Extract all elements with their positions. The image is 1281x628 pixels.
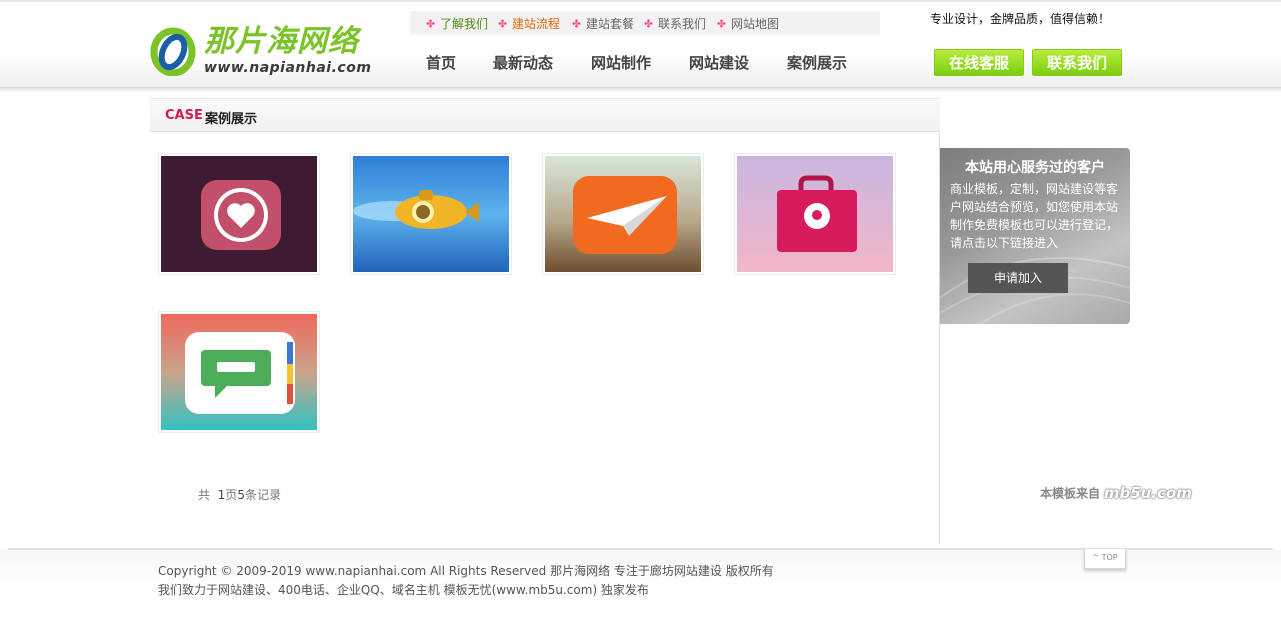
footer-services-text: 我们致力于网站建设、400电话、企业QQ、域名主机 模板无忧(www.mb5u.… [158, 583, 649, 597]
section-title-cn: 案例展示 [205, 112, 258, 127]
template-source-prefix: 本模板来自 [1040, 486, 1101, 501]
clients-panel: 本站用心服务过的客户 商业模板，定制，网站建设等客户网站结合预览，如您使用本站制… [940, 148, 1130, 324]
case-thumbnail[interactable] [158, 153, 320, 275]
chat-bubble-icon [161, 314, 317, 430]
section-header: CASE 案例展示 [150, 98, 940, 132]
case-thumbnail[interactable] [734, 153, 896, 275]
top-link-process[interactable]: 建站流程 [498, 15, 560, 32]
record-count: 5 [237, 488, 245, 502]
nav-web-building[interactable]: 网站建设 [689, 52, 749, 73]
case-thumbnail[interactable] [542, 153, 704, 275]
nav-news[interactable]: 最新动态 [493, 52, 553, 73]
top-link-sitemap[interactable]: 网站地图 [717, 15, 779, 32]
apply-join-button[interactable]: 申请加入 [968, 263, 1068, 293]
bullet-icon [572, 19, 581, 28]
template-source-logo: mb5u.com [1103, 484, 1192, 502]
main-content: CASE 案例展示 共 1页5条记录 [150, 98, 940, 544]
bullet-icon [426, 19, 435, 28]
panel-title: 本站用心服务过的客户 [965, 160, 1105, 176]
nav-cases[interactable]: 案例展示 [787, 52, 847, 73]
section-title-en: CASE [165, 108, 203, 123]
case-thumbnail[interactable] [158, 311, 320, 433]
shopping-bag-pin-icon [737, 156, 893, 272]
paper-plane-icon [545, 156, 701, 272]
nav-web-design[interactable]: 网站制作 [591, 52, 651, 73]
slogan: 专业设计，金牌品质，值得信赖！ [930, 12, 1111, 26]
header-shadow [0, 88, 1281, 93]
contact-us-button[interactable]: 联系我们 [1032, 49, 1122, 76]
nav-home[interactable]: 首页 [426, 52, 456, 73]
top-link-about[interactable]: 了解我们 [426, 15, 488, 32]
online-service-button[interactable]: 在线客服 [934, 49, 1024, 76]
top-link-contact[interactable]: 联系我们 [644, 15, 706, 32]
site-logo[interactable]: 那片海网络 www.napianhai.com [150, 24, 375, 80]
top-link-packages[interactable]: 建站套餐 [572, 15, 634, 32]
bullet-icon [717, 19, 726, 28]
top-links-bar: 了解我们 建站流程 建站套餐 联系我们 网站地图 [410, 11, 880, 35]
logo-name: 那片海网络 [204, 24, 359, 59]
pagination-info: 共 1页5条记录 [198, 488, 281, 502]
bullet-icon [498, 19, 507, 28]
back-to-top-button[interactable]: ^ TOP [1084, 549, 1126, 569]
heart-badge-icon [161, 156, 317, 272]
bullet-icon [644, 19, 653, 28]
panel-description: 商业模板，定制，网站建设等客户网站结合预览，如您使用本站制作免费模板也可以进行登… [950, 182, 1119, 250]
logo-url: www.napianhai.com [204, 60, 372, 76]
copyright-text: Copyright © 2009-2019 www.napianhai.com … [158, 564, 774, 578]
template-source-link[interactable]: 本模板来自 mb5u.com [1040, 484, 1192, 502]
submarine-icon [353, 156, 509, 272]
case-thumbnail[interactable] [350, 153, 512, 275]
logo-ring-icon [150, 27, 196, 76]
header: 那片海网络 www.napianhai.com 了解我们 建站流程 建站套餐 联… [0, 0, 1281, 88]
